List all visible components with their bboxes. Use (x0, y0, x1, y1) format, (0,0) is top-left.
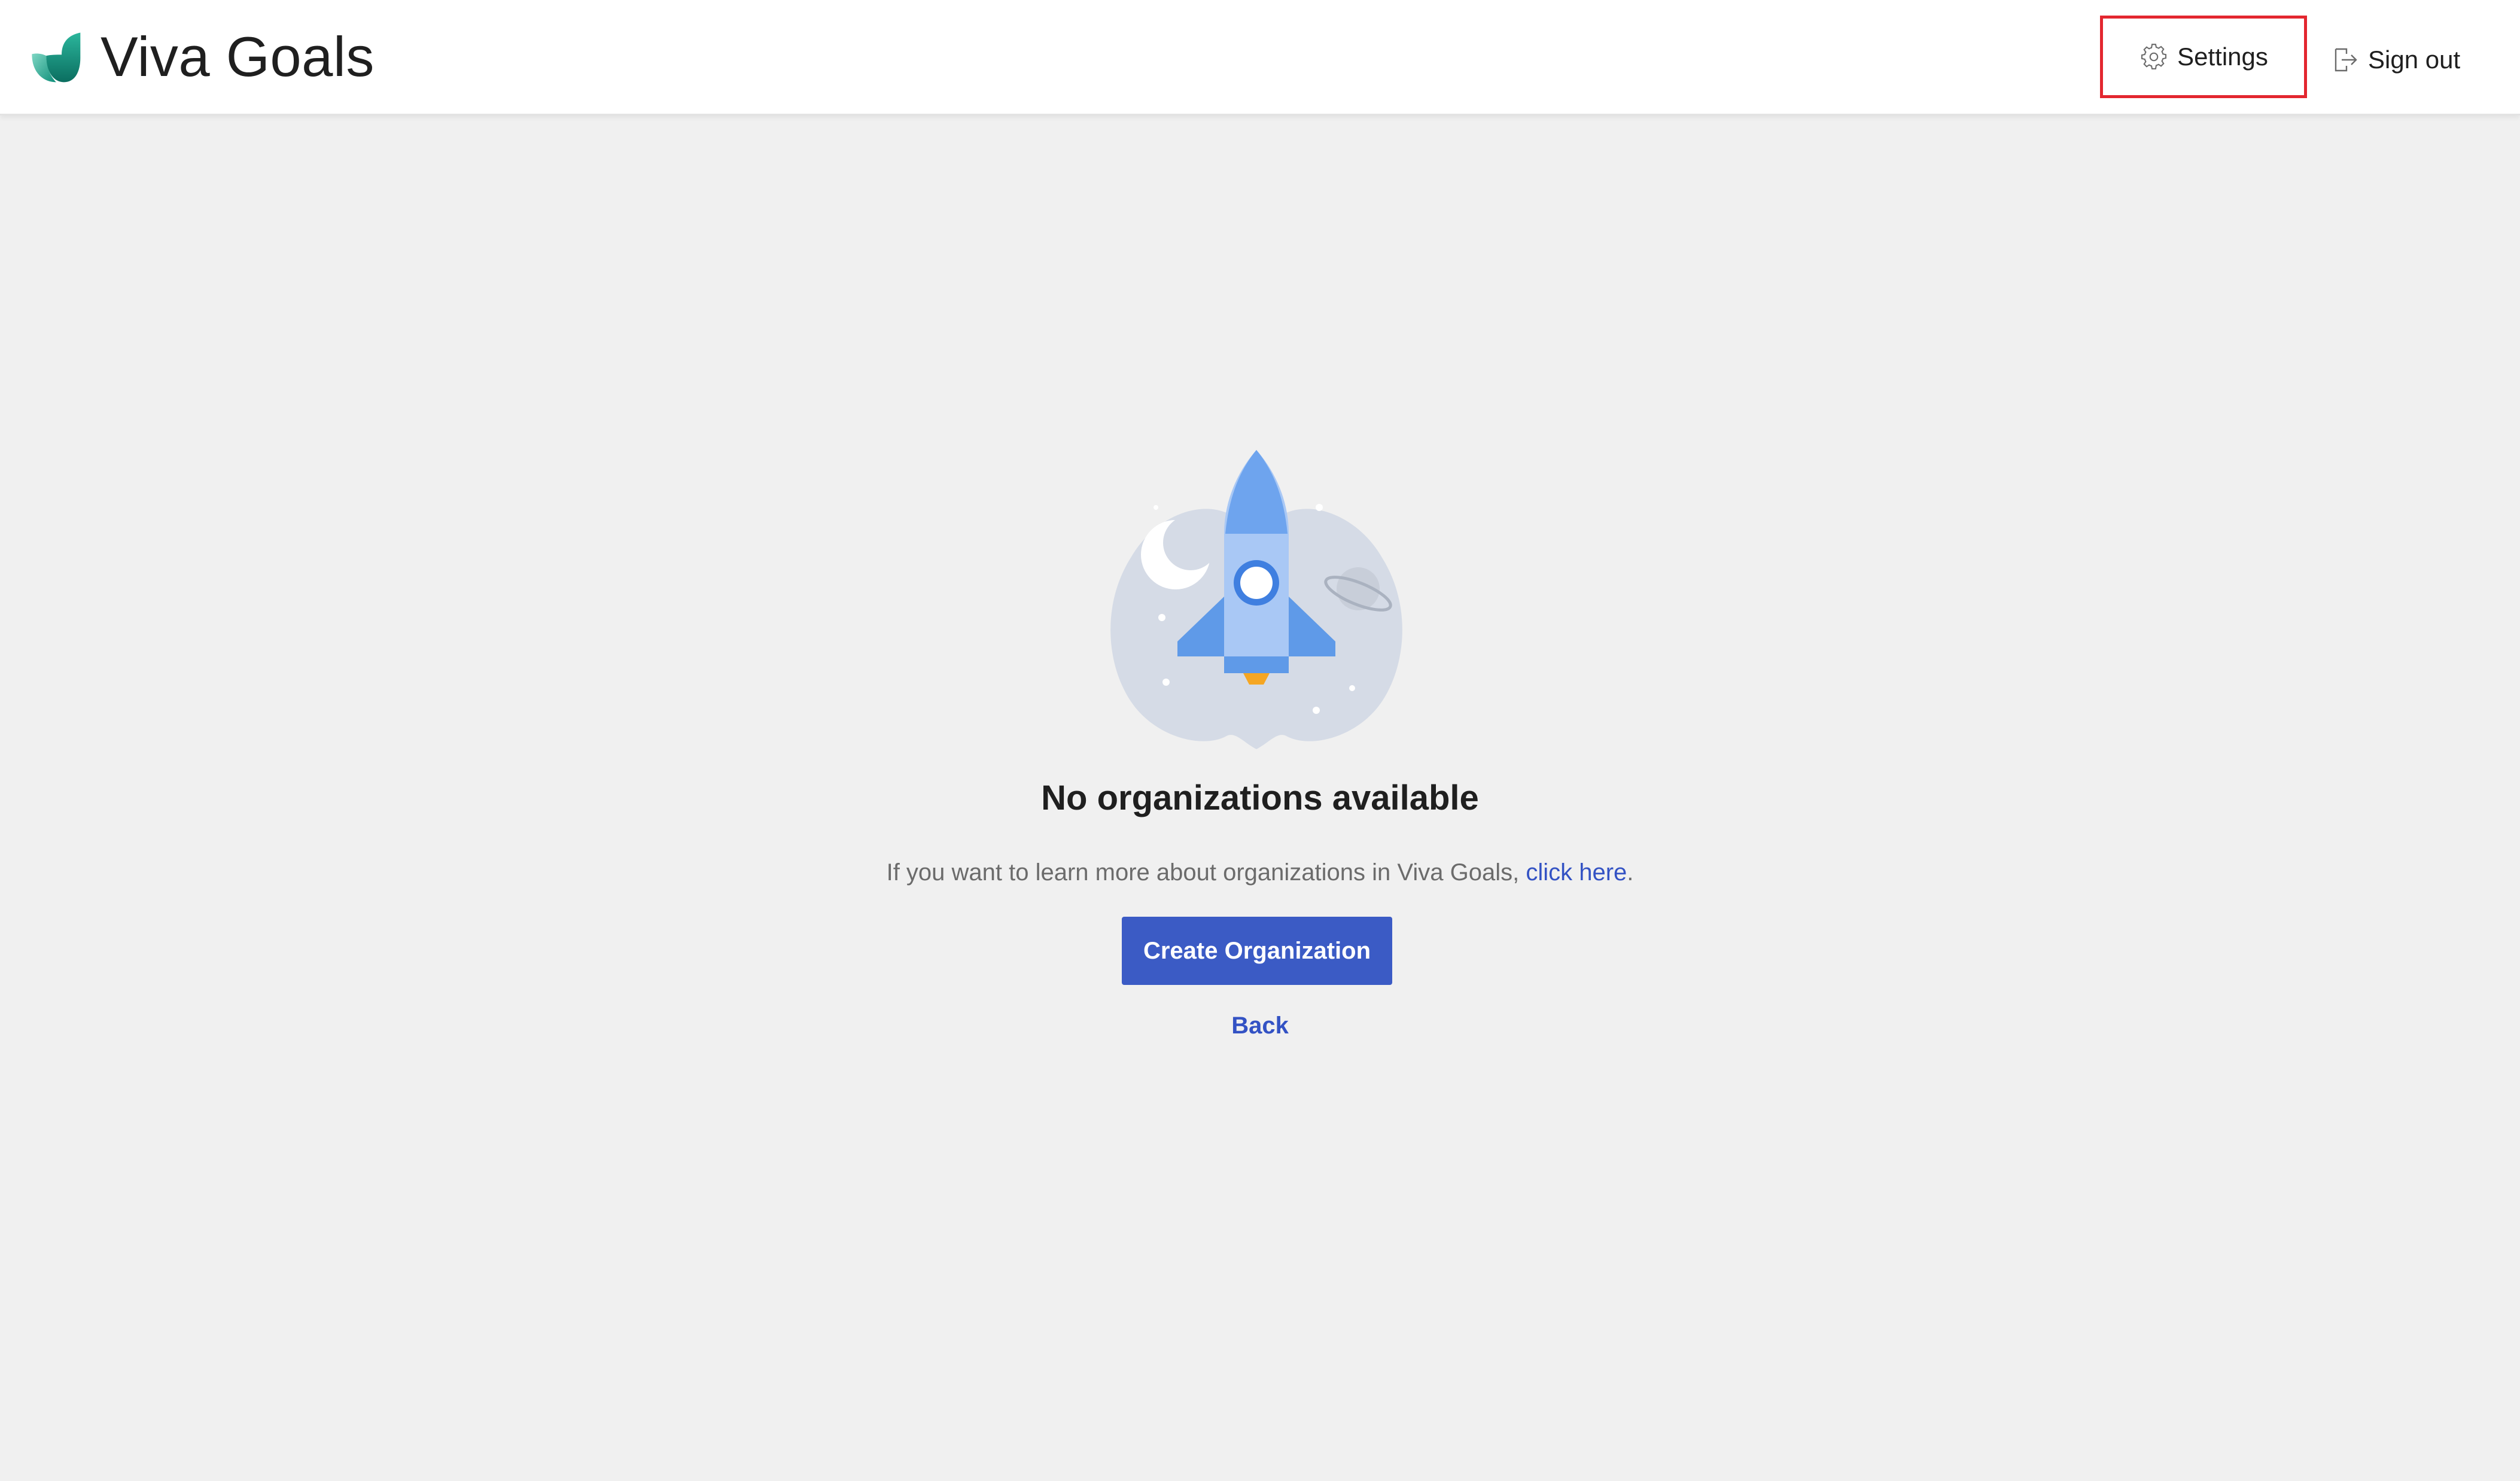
description-suffix: . (1627, 859, 1634, 886)
brand[interactable]: Viva Goals (28, 25, 375, 88)
empty-state: No organizations available If you want t… (0, 114, 2520, 1481)
sign-out-label: Sign out (2368, 45, 2461, 74)
back-link[interactable]: Back (0, 1012, 2520, 1039)
sign-out-icon (2335, 48, 2357, 72)
learn-more-link[interactable]: click here (1526, 859, 1627, 886)
settings-label: Settings (2177, 42, 2268, 71)
sign-out-button[interactable]: Sign out (2331, 36, 2460, 84)
create-organization-button[interactable]: Create Organization (1122, 917, 1392, 985)
empty-state-description: If you want to learn more about organiza… (0, 859, 2520, 886)
app-title: Viva Goals (101, 25, 375, 88)
viva-goals-logo-icon (32, 32, 81, 83)
settings-button[interactable]: Settings (2100, 16, 2307, 98)
gear-icon (2141, 44, 2167, 70)
empty-state-title: No organizations available (1041, 778, 1479, 817)
app-root: Viva Goals Settings Sign out No organiza… (0, 0, 2520, 1481)
description-text: If you want to learn more about organiza… (886, 859, 1526, 886)
top-header: Viva Goals Settings Sign out (0, 0, 2520, 115)
rocket-illustration (1110, 450, 1402, 749)
